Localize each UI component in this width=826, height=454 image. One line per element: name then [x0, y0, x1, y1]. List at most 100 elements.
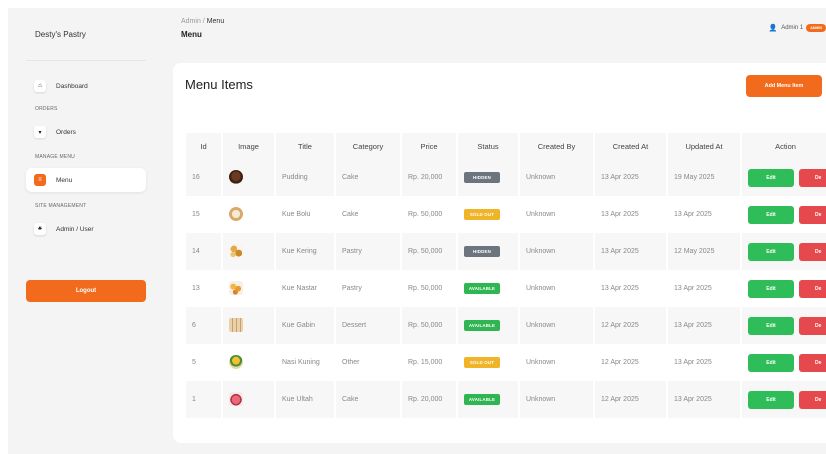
edit-button[interactable]: Edit: [748, 168, 794, 187]
cell-price: Rp. 20,000: [402, 159, 458, 196]
delete-button[interactable]: De: [799, 316, 826, 335]
delete-button[interactable]: De: [799, 353, 826, 372]
cell-actions: Edit De: [742, 381, 826, 418]
kue-nastar-photo: [229, 280, 243, 295]
cell-created-by: Unknown: [520, 270, 595, 307]
column-header-created-by[interactable]: Created By: [520, 133, 595, 159]
cell-status: AVAILABLE: [458, 270, 520, 307]
cell-title: Pudding: [276, 159, 336, 196]
sidebar-item-label: Menu: [56, 176, 73, 184]
column-header-price[interactable]: Price: [402, 133, 458, 159]
cell-category: Cake: [336, 196, 402, 233]
sidebar-item-admin-user[interactable]: ♣ Admin / User: [26, 217, 146, 241]
column-header-title[interactable]: Title: [276, 133, 336, 159]
kue-gabin-photo: [229, 317, 243, 332]
section-label-site-management: SITE MANAGEMENT: [35, 203, 87, 209]
cell-actions: Edit De: [742, 196, 826, 233]
cell-image: [223, 159, 276, 196]
sidebar-divider: [26, 60, 146, 61]
sidebar-item-dashboard[interactable]: ⌂ Dashboard: [26, 74, 146, 98]
cell-title: Nasi Kuning: [276, 344, 336, 381]
cell-updated-at: 13 Apr 2025: [668, 344, 742, 381]
cell-title: Kue Nastar: [276, 270, 336, 307]
cell-created-at: 13 Apr 2025: [595, 196, 668, 233]
cell-image: [223, 196, 276, 233]
delete-button[interactable]: De: [799, 242, 826, 261]
cell-category: Other: [336, 344, 402, 381]
sidebar-item-orders[interactable]: ▾ Orders: [26, 120, 146, 144]
cell-status: HIDDEN: [458, 159, 520, 196]
status-badge: SOLD OUT: [464, 357, 500, 368]
cell-id: 13: [186, 270, 223, 307]
cell-category: Cake: [336, 159, 402, 196]
table-row: 13 Kue Nastar Pastry Rp. 50,000 AVAILABLE Unk…: [186, 270, 826, 307]
edit-button[interactable]: Edit: [748, 205, 794, 224]
cell-updated-at: 13 Apr 2025: [668, 381, 742, 418]
cell-actions: Edit De: [742, 159, 826, 196]
cell-actions: Edit De: [742, 307, 826, 344]
cell-category: Dessert: [336, 307, 402, 344]
section-label-orders: ORDERS: [35, 106, 58, 112]
cell-updated-at: 13 Apr 2025: [668, 196, 742, 233]
card-title: Menu Items: [185, 77, 253, 92]
column-header-id[interactable]: Id: [186, 133, 223, 159]
cell-title: Kue Gabin: [276, 307, 336, 344]
column-header-created-at[interactable]: Created At: [595, 133, 668, 159]
status-badge: HIDDEN: [464, 246, 500, 257]
cell-created-at: 13 Apr 2025: [595, 233, 668, 270]
kue-bolu-photo: [229, 206, 243, 221]
delete-button[interactable]: De: [799, 205, 826, 224]
breadcrumb: Admin / Menu: [181, 18, 224, 25]
cell-price: Rp. 50,000: [402, 196, 458, 233]
edit-button[interactable]: Edit: [748, 279, 794, 298]
edit-button[interactable]: Edit: [748, 242, 794, 261]
cell-status: AVAILABLE: [458, 307, 520, 344]
column-header-updated-at[interactable]: Updated At: [668, 133, 742, 159]
cell-id: 5: [186, 344, 223, 381]
cell-image: [223, 381, 276, 418]
sidebar-item-label: Admin / User: [56, 225, 94, 233]
cell-id: 16: [186, 159, 223, 196]
column-header-category[interactable]: Category: [336, 133, 402, 159]
page-title: Menu: [181, 30, 202, 39]
column-header-action: Action: [742, 133, 826, 159]
app-frame: Desty's Pastry ⌂ Dashboard ORDERS ▾ Orde…: [8, 8, 826, 454]
cell-status: SOLD OUT: [458, 344, 520, 381]
user-menu[interactable]: 👤 Admin 1 ADMIN: [768, 24, 826, 32]
cell-created-by: Unknown: [520, 344, 595, 381]
cell-created-by: Unknown: [520, 159, 595, 196]
cell-created-by: Unknown: [520, 233, 595, 270]
edit-button[interactable]: Edit: [748, 316, 794, 335]
breadcrumb-separator: /: [202, 18, 205, 25]
cell-price: Rp. 15,000: [402, 344, 458, 381]
cell-title: Kue Bolu: [276, 196, 336, 233]
menu-items-card: Menu Items Add Menu Item Id Image Title …: [173, 63, 826, 443]
status-badge: HIDDEN: [464, 172, 500, 183]
status-badge: AVAILABLE: [464, 394, 500, 405]
delete-button[interactable]: De: [799, 390, 826, 409]
cell-title: Kue Ultah: [276, 381, 336, 418]
breadcrumb-root[interactable]: Admin: [181, 18, 201, 25]
cell-price: Rp. 20,000: [402, 381, 458, 418]
delete-button[interactable]: De: [799, 279, 826, 298]
sidebar-item-label: Orders: [56, 128, 76, 136]
edit-button[interactable]: Edit: [748, 353, 794, 372]
sidebar-item-menu[interactable]: ≡ Menu: [26, 168, 146, 192]
cell-category: Cake: [336, 381, 402, 418]
cell-status: SOLD OUT: [458, 196, 520, 233]
cell-updated-at: 19 May 2025: [668, 159, 742, 196]
cell-created-at: 12 Apr 2025: [595, 344, 668, 381]
cell-price: Rp. 50,000: [402, 270, 458, 307]
delete-button[interactable]: De: [799, 168, 826, 187]
cell-price: Rp. 50,000: [402, 307, 458, 344]
edit-button[interactable]: Edit: [748, 390, 794, 409]
column-header-status[interactable]: Status: [458, 133, 520, 159]
menu-items-table: Id Image Title Category Price Status Cre…: [186, 133, 826, 418]
sidebar-item-label: Dashboard: [56, 82, 88, 90]
add-menu-item-button[interactable]: Add Menu Item: [746, 75, 822, 97]
cell-created-at: 13 Apr 2025: [595, 270, 668, 307]
logout-button[interactable]: Logout: [26, 280, 146, 302]
cell-actions: Edit De: [742, 344, 826, 381]
status-badge: AVAILABLE: [464, 283, 500, 294]
table-row: 6 Kue Gabin Dessert Rp. 50,000 AVAILABLE Unkn…: [186, 307, 826, 344]
